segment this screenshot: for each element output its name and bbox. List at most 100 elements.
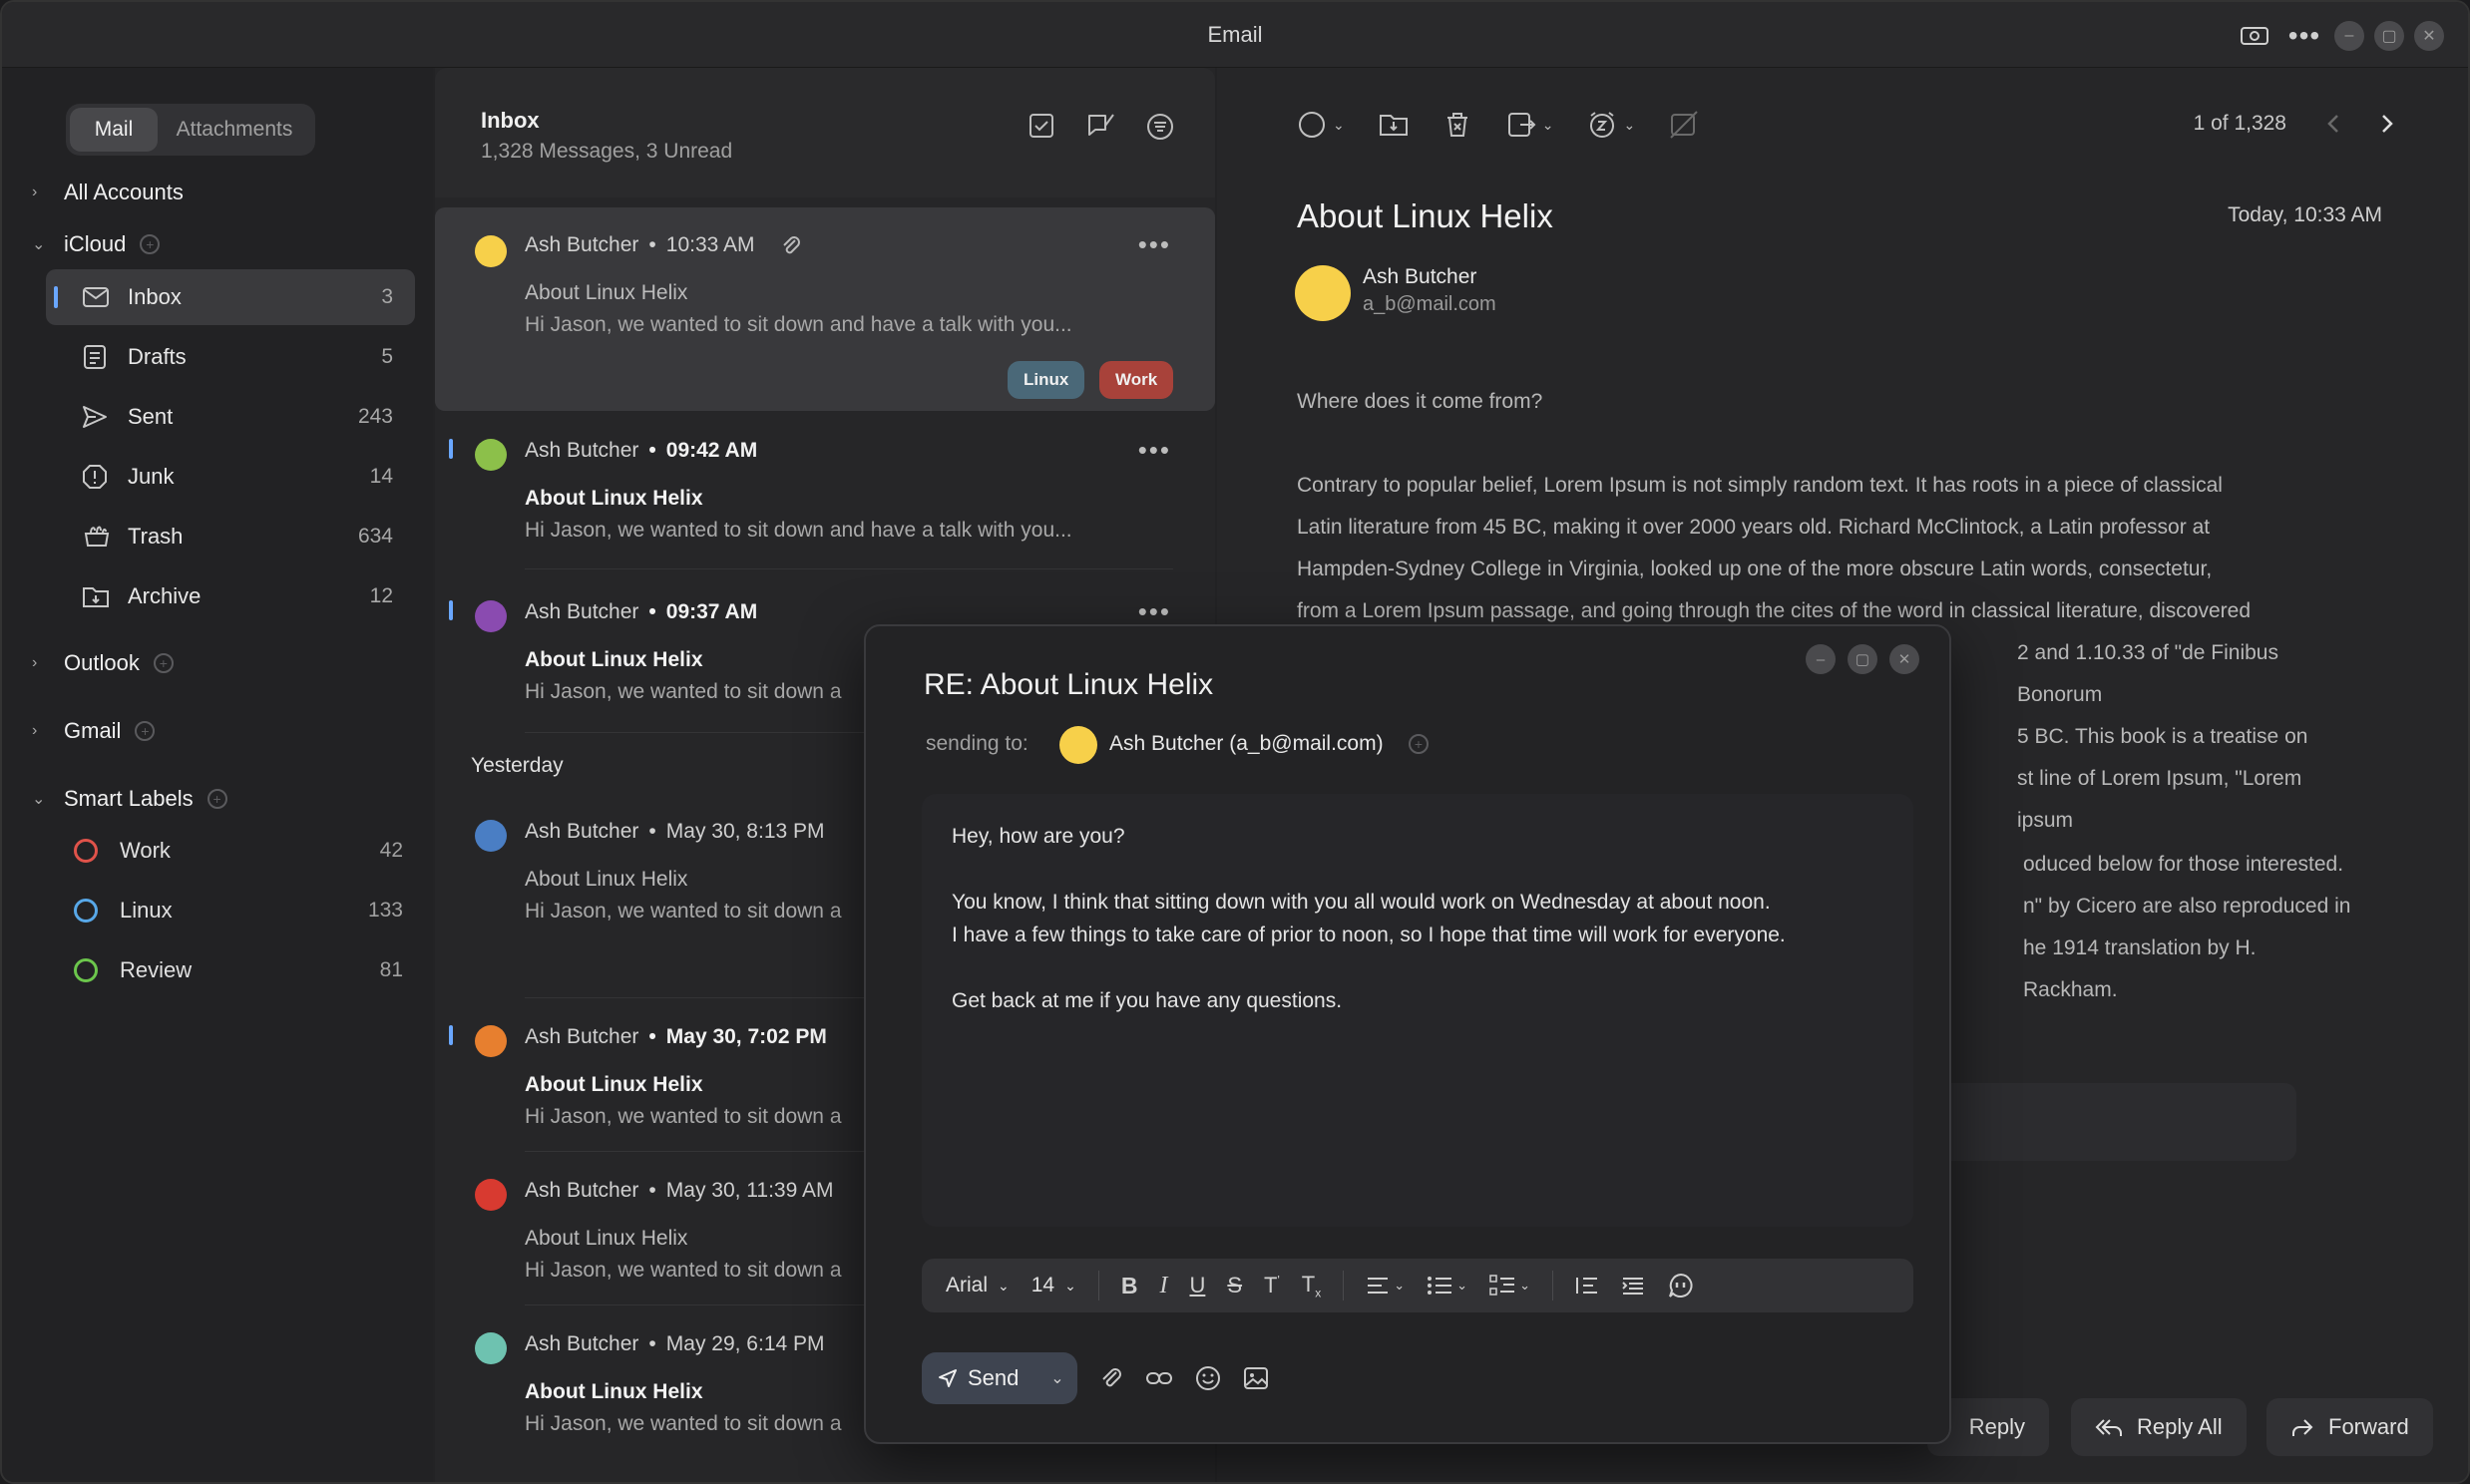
email-window: Email ••• – ▢ ✕ Mail Attachments › All A… [0, 0, 2470, 1484]
superscript-icon[interactable]: T' [1264, 1273, 1280, 1298]
align-icon[interactable]: ⌄ [1366, 1276, 1405, 1296]
maximize-button[interactable]: ▢ [1848, 644, 1877, 674]
chevron-right-icon: › [32, 184, 38, 200]
checklist-icon[interactable]: ⌄ [1489, 1275, 1530, 1297]
smart-labels-header[interactable]: ⌄ Smart Labels + [32, 786, 227, 812]
send-button[interactable]: Send ⌄ [922, 1352, 1077, 1404]
add-recipient-icon[interactable]: + [1409, 734, 1429, 754]
indent-icon[interactable] [1621, 1276, 1645, 1296]
sidebar-item-inbox[interactable]: Inbox 3 [46, 269, 415, 325]
chevron-down-icon: ⌄ [32, 236, 46, 253]
outdent-icon[interactable] [1575, 1276, 1599, 1296]
font-select[interactable]: Arial ⌄ [946, 1274, 1010, 1298]
attach-icon[interactable] [1099, 1365, 1123, 1391]
add-icon[interactable]: + [206, 789, 227, 809]
label-work[interactable]: Work 42 [74, 826, 403, 876]
close-button[interactable]: ✕ [1889, 644, 1919, 674]
minimize-button[interactable]: – [2334, 21, 2364, 51]
message-subject: About Linux Helix [1297, 197, 1553, 234]
list-title: Inbox [481, 108, 540, 133]
sidebar-item-sent[interactable]: Sent 243 [46, 389, 415, 445]
tag-work[interactable]: Work [1099, 361, 1174, 399]
trash-icon [82, 524, 122, 550]
add-icon[interactable]: + [140, 234, 161, 254]
message-subject: About Linux Helix [525, 487, 703, 510]
mark-read-icon[interactable]: ⌄ [1297, 110, 1345, 140]
label-review[interactable]: Review 81 [74, 945, 403, 995]
delete-icon[interactable] [1442, 110, 1472, 140]
emoji-icon[interactable] [1195, 1365, 1221, 1391]
move-icon[interactable]: ⌄ [1506, 111, 1553, 139]
attachment-block [1927, 1083, 2296, 1161]
segment-mail[interactable]: Mail [70, 108, 158, 152]
avatar [475, 600, 507, 632]
select-icon[interactable] [1028, 112, 1055, 142]
bold-icon[interactable]: B [1121, 1273, 1138, 1299]
mute-icon[interactable] [1669, 110, 1699, 140]
selection-indicator [54, 286, 58, 308]
italic-icon[interactable]: I [1159, 1273, 1167, 1299]
unread-indicator [449, 1025, 453, 1045]
avatar [475, 1332, 507, 1364]
unread-indicator [449, 439, 453, 459]
move-folder-icon[interactable] [1379, 112, 1409, 138]
sender-email[interactable]: a_b@mail.com [1363, 293, 1496, 316]
sidebar-item-archive[interactable]: Archive 12 [46, 568, 415, 624]
message-preview: Hi Jason, we wanted to sit down a [525, 680, 842, 703]
attachment-icon [781, 234, 801, 256]
compose-icon[interactable] [1085, 112, 1115, 142]
avatar [475, 820, 507, 852]
forward-button[interactable]: Forward [2266, 1398, 2433, 1456]
font-size-select[interactable]: 14 ⌄ [1031, 1274, 1076, 1298]
message-body-editor[interactable]: Hey, how are you? You know, I think that… [922, 794, 1913, 1227]
account-icloud[interactable]: ⌄ iCloud + [32, 231, 161, 257]
more-icon[interactable]: ••• [2284, 20, 2324, 52]
message-item[interactable]: Ash Butcher • 09:42 AM ••• About Linux H… [435, 413, 1215, 572]
sidebar-item-trash[interactable]: Trash 634 [46, 509, 415, 564]
more-icon[interactable]: ••• [1138, 229, 1171, 260]
message-subject: About Linux Helix [525, 1073, 703, 1096]
account-outlook[interactable]: › Outlook + [32, 650, 174, 676]
sidebar-item-drafts[interactable]: Drafts 5 [46, 329, 415, 385]
screenshot-icon[interactable] [2235, 20, 2274, 52]
message-subject: About Linux Helix [525, 281, 688, 304]
account-gmail[interactable]: › Gmail + [32, 718, 156, 744]
chevron-down-icon[interactable]: ⌄ [1037, 1368, 1077, 1388]
pager: 1 of 1,328 [2194, 112, 2394, 136]
more-icon[interactable]: ••• [1138, 435, 1171, 466]
filter-icon[interactable] [1145, 112, 1175, 142]
reply-all-button[interactable]: Reply All [2071, 1398, 2247, 1456]
more-icon[interactable]: ••• [1138, 596, 1171, 627]
label-linux[interactable]: Linux 133 [74, 886, 403, 935]
recipient-chip[interactable]: Ash Butcher (a_b@mail.com) [1109, 732, 1384, 756]
chevron-down-icon: ⌄ [32, 791, 46, 808]
clear-format-icon[interactable]: Tx [1302, 1272, 1321, 1299]
message-date: Today, 10:33 AM [2228, 203, 2382, 226]
segment-attachments[interactable]: Attachments [158, 108, 311, 152]
group-header: Yesterday [471, 754, 564, 777]
image-icon[interactable] [1243, 1366, 1269, 1390]
bullet-list-icon[interactable]: ⌄ [1427, 1276, 1467, 1296]
maximize-button[interactable]: ▢ [2374, 21, 2404, 51]
add-icon[interactable]: + [153, 653, 174, 673]
chevron-left-icon[interactable] [2326, 113, 2340, 135]
message-item[interactable]: Ash Butcher • 10:33 AM ••• About Linux H… [435, 207, 1215, 411]
minimize-button[interactable]: – [1806, 644, 1836, 674]
underline-icon[interactable]: U [1189, 1273, 1205, 1298]
chevron-right-icon[interactable] [2380, 113, 2394, 135]
strikethrough-icon[interactable]: S [1227, 1273, 1242, 1298]
close-button[interactable]: ✕ [2414, 21, 2444, 51]
label-color-icon [74, 958, 98, 982]
list-subtitle: 1,328 Messages, 3 Unread [481, 140, 733, 163]
add-icon[interactable]: + [135, 721, 156, 741]
sidebar-item-junk[interactable]: Junk 14 [46, 449, 415, 505]
snooze-icon[interactable]: ⌄ [1587, 110, 1635, 140]
forward-icon [2290, 1416, 2314, 1438]
avatar [475, 439, 507, 471]
message-preview: Hi Jason, we wanted to sit down a [525, 1259, 842, 1282]
recipient-label: sending to: [926, 732, 1029, 755]
link-icon[interactable] [1145, 1368, 1173, 1388]
account-all[interactable]: › All Accounts [32, 180, 184, 205]
quote-icon[interactable] [1667, 1272, 1695, 1299]
tag-linux[interactable]: Linux [1008, 361, 1085, 399]
